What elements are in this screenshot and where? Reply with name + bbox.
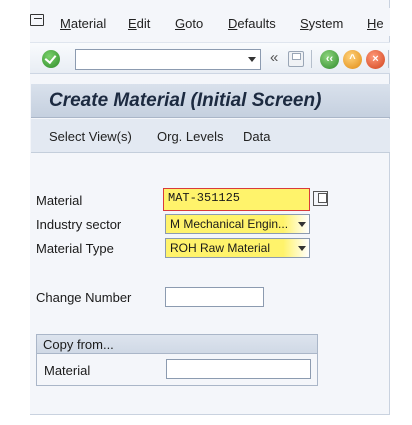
enter-checkmark-icon[interactable] bbox=[42, 50, 60, 68]
material-input[interactable]: MAT-351125 bbox=[163, 188, 310, 211]
material-type-value: ROH Raw Material bbox=[170, 241, 271, 255]
toolbar-separator bbox=[388, 50, 389, 68]
material-label: Material bbox=[36, 193, 83, 208]
copy-material-label: Material bbox=[44, 363, 91, 378]
copy-material-input[interactable] bbox=[166, 359, 311, 379]
menu-goto[interactable]: Goto bbox=[175, 16, 203, 31]
chevron-down-icon[interactable] bbox=[298, 222, 306, 227]
select-views-button[interactable]: Select View(s) bbox=[49, 129, 132, 144]
menu-edit[interactable]: Edit bbox=[128, 16, 150, 31]
change-number-label: Change Number bbox=[36, 290, 132, 305]
standard-toolbar: « ‹‹ ^ × bbox=[30, 42, 390, 74]
matchcode-icon[interactable] bbox=[313, 191, 328, 206]
save-icon[interactable] bbox=[288, 51, 304, 67]
org-levels-button[interactable]: Org. Levels bbox=[157, 129, 223, 144]
menu-help[interactable]: He bbox=[367, 16, 384, 31]
collapse-arrows-icon[interactable]: « bbox=[270, 49, 278, 66]
exit-icon[interactable]: ^ bbox=[343, 50, 362, 69]
chevron-down-icon[interactable] bbox=[298, 246, 306, 251]
menu-system[interactable]: System bbox=[300, 16, 343, 31]
menu-material[interactable]: Material bbox=[60, 16, 106, 31]
chevron-down-icon[interactable] bbox=[248, 57, 256, 62]
back-icon[interactable]: ‹‹ bbox=[320, 50, 339, 69]
toolbar-separator bbox=[311, 50, 312, 68]
data-button[interactable]: Data bbox=[243, 129, 270, 144]
copy-from-title: Copy from... bbox=[43, 337, 114, 352]
industry-sector-select[interactable]: M Mechanical Engin... bbox=[165, 214, 310, 234]
material-type-label: Material Type bbox=[36, 241, 114, 256]
industry-sector-value: M Mechanical Engin... bbox=[170, 217, 289, 231]
material-type-select[interactable]: ROH Raw Material bbox=[165, 238, 310, 258]
industry-sector-label: Industry sector bbox=[36, 217, 122, 232]
menu-bar: Material Edit Goto Defaults System He bbox=[30, 8, 390, 36]
system-menu-icon[interactable] bbox=[30, 14, 44, 26]
change-number-input[interactable] bbox=[165, 287, 264, 307]
screen-title-bar: Create Material (Initial Screen) bbox=[31, 84, 390, 118]
copy-from-group: Material bbox=[36, 353, 318, 386]
menu-defaults[interactable]: Defaults bbox=[228, 16, 276, 31]
application-toolbar: Select View(s) Org. Levels Data bbox=[31, 119, 390, 153]
cancel-icon[interactable]: × bbox=[366, 50, 385, 69]
material-value: MAT-351125 bbox=[168, 191, 241, 205]
command-field[interactable] bbox=[75, 49, 261, 70]
page-title: Create Material (Initial Screen) bbox=[49, 90, 322, 111]
copy-from-group-header: Copy from... bbox=[36, 334, 318, 354]
